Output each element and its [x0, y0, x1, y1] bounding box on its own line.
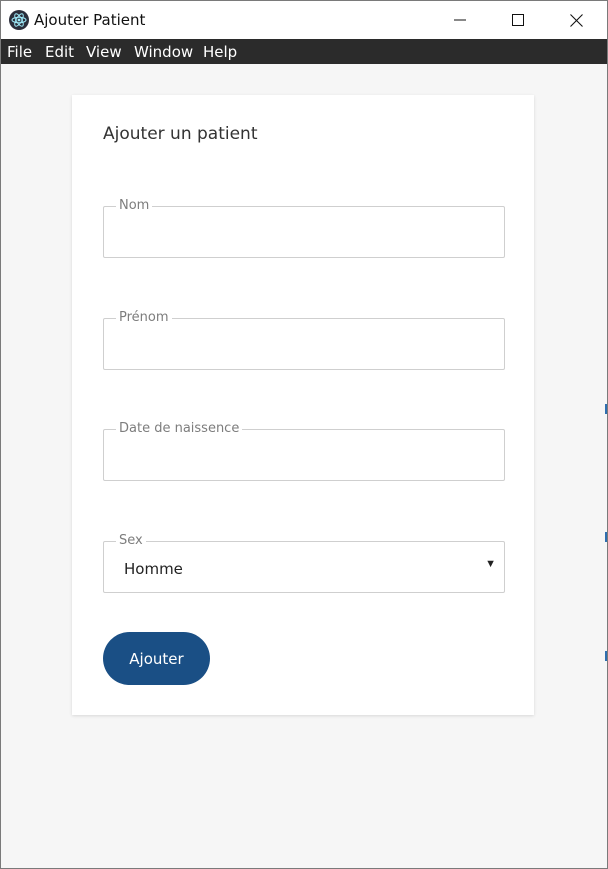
background-edge-mark: [605, 404, 607, 414]
title-bar[interactable]: Ajouter Patient: [1, 1, 607, 39]
add-patient-card: Ajouter un patient Nom Prénom Date de na…: [72, 95, 534, 715]
sex-select[interactable]: Sex Homme ▼: [103, 533, 505, 593]
window-title: Ajouter Patient: [34, 11, 146, 29]
menu-edit[interactable]: Edit: [45, 43, 74, 61]
maximize-icon: [512, 14, 524, 26]
close-button[interactable]: [547, 1, 605, 39]
menu-bar: File Edit View Window Help: [1, 39, 607, 64]
nom-field[interactable]: Nom: [103, 198, 505, 258]
date-naissance-field[interactable]: Date de naissence: [103, 421, 505, 481]
electron-app-icon: [9, 10, 29, 30]
prenom-field[interactable]: Prénom: [103, 310, 505, 370]
close-icon: [569, 13, 583, 27]
nom-input[interactable]: [112, 219, 500, 249]
minimize-icon: [454, 19, 466, 21]
background-edge-mark: [605, 651, 607, 661]
sex-selected-value: Homme: [124, 560, 183, 578]
prenom-label: Prénom: [116, 310, 172, 326]
app-window: Ajouter Patient File Edit View Window He…: [0, 0, 608, 869]
date-naissance-input[interactable]: [112, 442, 500, 472]
menu-help[interactable]: Help: [203, 43, 237, 61]
nom-label: Nom: [116, 198, 153, 214]
main-content: Ajouter un patient Nom Prénom Date de na…: [1, 64, 607, 868]
date-naissance-label: Date de naissence: [116, 421, 243, 437]
menu-view[interactable]: View: [86, 43, 122, 61]
menu-window[interactable]: Window: [134, 43, 193, 61]
menu-file[interactable]: File: [7, 43, 32, 61]
maximize-button[interactable]: [489, 1, 547, 39]
ajouter-button[interactable]: Ajouter: [103, 632, 210, 685]
form-title: Ajouter un patient: [103, 124, 258, 144]
background-edge-mark: [605, 532, 607, 542]
prenom-input[interactable]: [112, 331, 500, 361]
dropdown-arrow-icon: ▼: [485, 558, 496, 570]
minimize-button[interactable]: [431, 1, 489, 39]
sex-label: Sex: [116, 533, 146, 549]
